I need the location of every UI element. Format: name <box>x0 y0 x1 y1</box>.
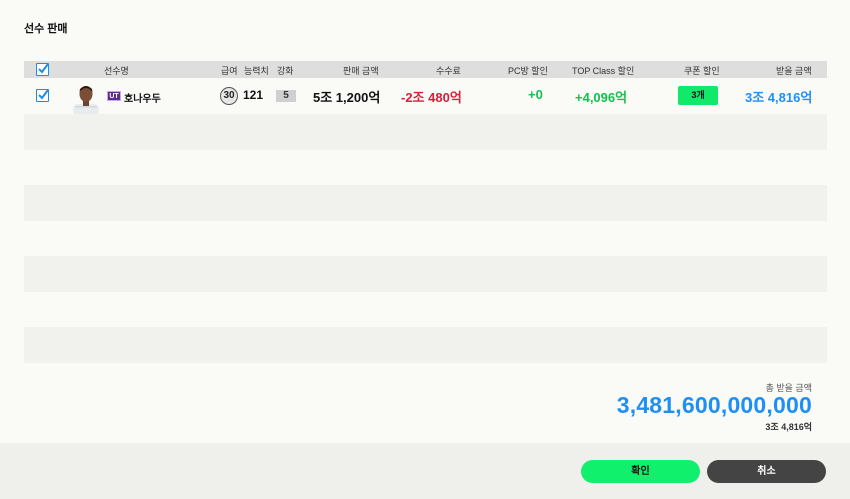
sale-price: 5조 1,200억 <box>313 90 381 105</box>
check-icon <box>38 89 49 100</box>
dialog-title: 선수 판매 <box>24 23 68 35</box>
empty-row <box>24 292 827 328</box>
empty-row <box>24 114 827 150</box>
pc-discount-value: +0 <box>528 87 543 102</box>
player-avatar <box>70 82 102 114</box>
cancel-button[interactable]: 취소 <box>707 460 826 483</box>
upgrade-level-badge: 5 <box>276 90 296 102</box>
table-header: 선수명 급여 능력치 강화 판매 금액 수수료 PC방 할인 TOP Class… <box>24 61 827 78</box>
header-pc-discount: PC방 할인 <box>508 66 548 76</box>
empty-row <box>24 185 827 221</box>
header-fee: 수수료 <box>436 66 461 76</box>
confirm-button[interactable]: 확인 <box>581 460 700 483</box>
row-checkbox[interactable] <box>36 89 49 102</box>
check-icon <box>38 63 49 74</box>
player-name: 호나우두 <box>124 94 161 105</box>
header-receive: 받을 금액 <box>776 66 812 76</box>
top-class-discount-value: +4,096억 <box>575 90 628 105</box>
select-all-checkbox[interactable] <box>36 63 49 76</box>
salary-badge: 30 <box>220 87 238 105</box>
player-ovr: 121 <box>243 88 264 102</box>
dialog-footer: 확인 취소 <box>0 443 850 499</box>
header-name: 선수명 <box>104 66 129 76</box>
header-ovr: 능력치 <box>244 66 269 76</box>
total-receive-short: 3조 4,816억 <box>765 422 812 432</box>
receive-amount: 3조 4,816억 <box>745 90 813 105</box>
empty-row <box>24 327 827 363</box>
table-row[interactable]: UT 호나우두 30 121 5 5조 1,200억 -2조 480억 +0 +… <box>24 78 827 114</box>
header-salary: 급여 <box>221 66 238 76</box>
position-badge: UT <box>107 91 121 101</box>
coupon-button[interactable]: 3개 <box>678 86 718 105</box>
empty-row <box>24 221 827 257</box>
header-coupon: 쿠폰 할인 <box>684 66 720 76</box>
empty-row <box>24 150 827 186</box>
header-sale-price: 판매 금액 <box>343 66 379 76</box>
total-receive-value: 3,481,600,000,000 <box>616 392 812 418</box>
empty-row <box>24 256 827 292</box>
header-upgrade: 강화 <box>277 66 294 76</box>
header-top-class: TOP Class 할인 <box>572 66 635 76</box>
fee-value: -2조 480억 <box>401 90 462 105</box>
